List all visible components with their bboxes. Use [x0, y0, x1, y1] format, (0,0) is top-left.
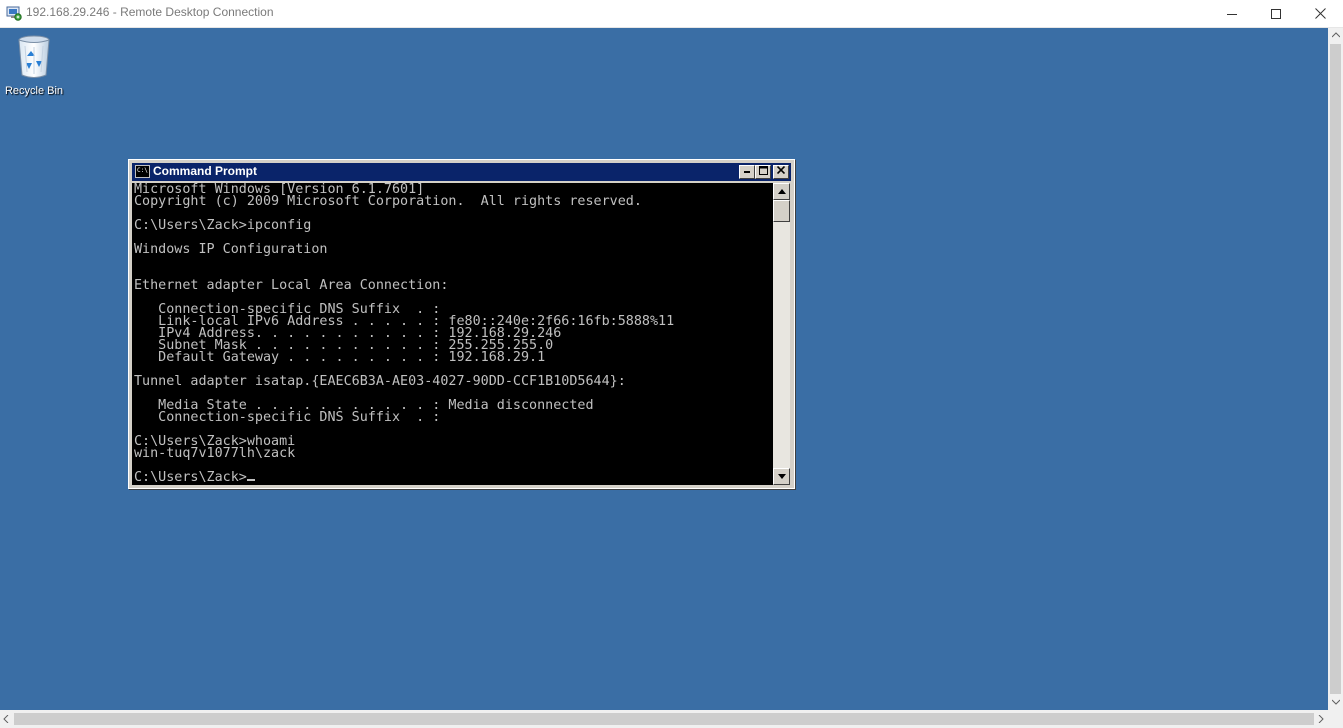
close-button[interactable] — [1297, 0, 1343, 27]
scroll-corner — [1328, 710, 1343, 728]
maximize-icon — [1271, 8, 1281, 19]
down-arrow-icon — [777, 474, 786, 479]
console-line: Connection-specific DNS Suffix . : — [134, 410, 441, 425]
rdp-window-title: 192.168.29.246 - Remote Desktop Connecti… — [26, 5, 274, 19]
scroll-down-button[interactable] — [773, 468, 790, 485]
console-line: Ethernet adapter Local Area Connection: — [134, 278, 449, 293]
recycle-bin-label: Recycle Bin — [4, 85, 64, 97]
scroll-up-icon[interactable] — [1332, 32, 1340, 38]
minimize-icon — [1227, 13, 1237, 15]
minimize-button[interactable] — [1209, 0, 1255, 27]
scroll-left-icon[interactable] — [3, 715, 9, 723]
rdp-horizontal-scroll-thumb[interactable] — [14, 713, 1314, 725]
up-arrow-icon — [777, 189, 786, 194]
console-prompt: C:\Users\Zack> — [134, 470, 247, 485]
scroll-thumb[interactable] — [773, 200, 790, 222]
rdp-vertical-scroll-thumb[interactable] — [1330, 44, 1341, 694]
remote-desktop-icon — [6, 6, 22, 21]
scroll-up-button[interactable] — [773, 183, 790, 200]
cmd-maximize-button[interactable] — [755, 165, 771, 179]
console-line: Default Gateway . . . . . . . . . : 192.… — [134, 350, 546, 365]
console-line: Windows IP Configuration — [134, 242, 328, 257]
cmd-app-icon: C:\ — [135, 165, 150, 178]
cmd-close-button[interactable] — [773, 165, 789, 179]
cmd-minimize-button[interactable] — [739, 165, 755, 179]
rdp-titlebar[interactable]: 192.168.29.246 - Remote Desktop Connecti… — [0, 0, 1343, 28]
console-line: Tunnel adapter isatap.{EAEC6B3A-AE03-402… — [134, 374, 626, 389]
scroll-down-icon[interactable] — [1332, 699, 1340, 705]
cmd-titlebar[interactable]: C:\ Command Prompt — [132, 163, 791, 181]
cmd-vertical-scrollbar[interactable] — [773, 183, 790, 485]
maximize-icon — [758, 166, 768, 175]
scroll-right-icon[interactable] — [1318, 715, 1324, 723]
console-line: Copyright (c) 2009 Microsoft Corporation… — [134, 194, 642, 209]
minimize-icon — [744, 171, 750, 173]
desktop-icon-recycle-bin[interactable]: Recycle Bin — [2, 34, 66, 97]
recycle-bin-icon — [18, 35, 50, 78]
console-line: C:\Users\Zack>ipconfig — [134, 218, 312, 233]
console-output[interactable]: Microsoft Windows [Version 6.1.7601] Cop… — [132, 183, 773, 485]
cmd-window-title: Command Prompt — [153, 164, 258, 178]
console-text: Microsoft Windows [Version 6.1.7601] Cop… — [132, 183, 773, 484]
console-line: win-tuq7v1077lh\zack — [134, 446, 296, 461]
close-icon — [1314, 8, 1326, 19]
text-cursor — [246, 479, 255, 481]
console-lines: Microsoft Windows [Version 6.1.7601] Cop… — [134, 183, 674, 461]
maximize-button[interactable] — [1253, 0, 1299, 27]
command-prompt-window[interactable]: C:\ Command Prompt Microsoft Windows [Ve… — [128, 159, 795, 489]
close-icon — [776, 165, 786, 175]
